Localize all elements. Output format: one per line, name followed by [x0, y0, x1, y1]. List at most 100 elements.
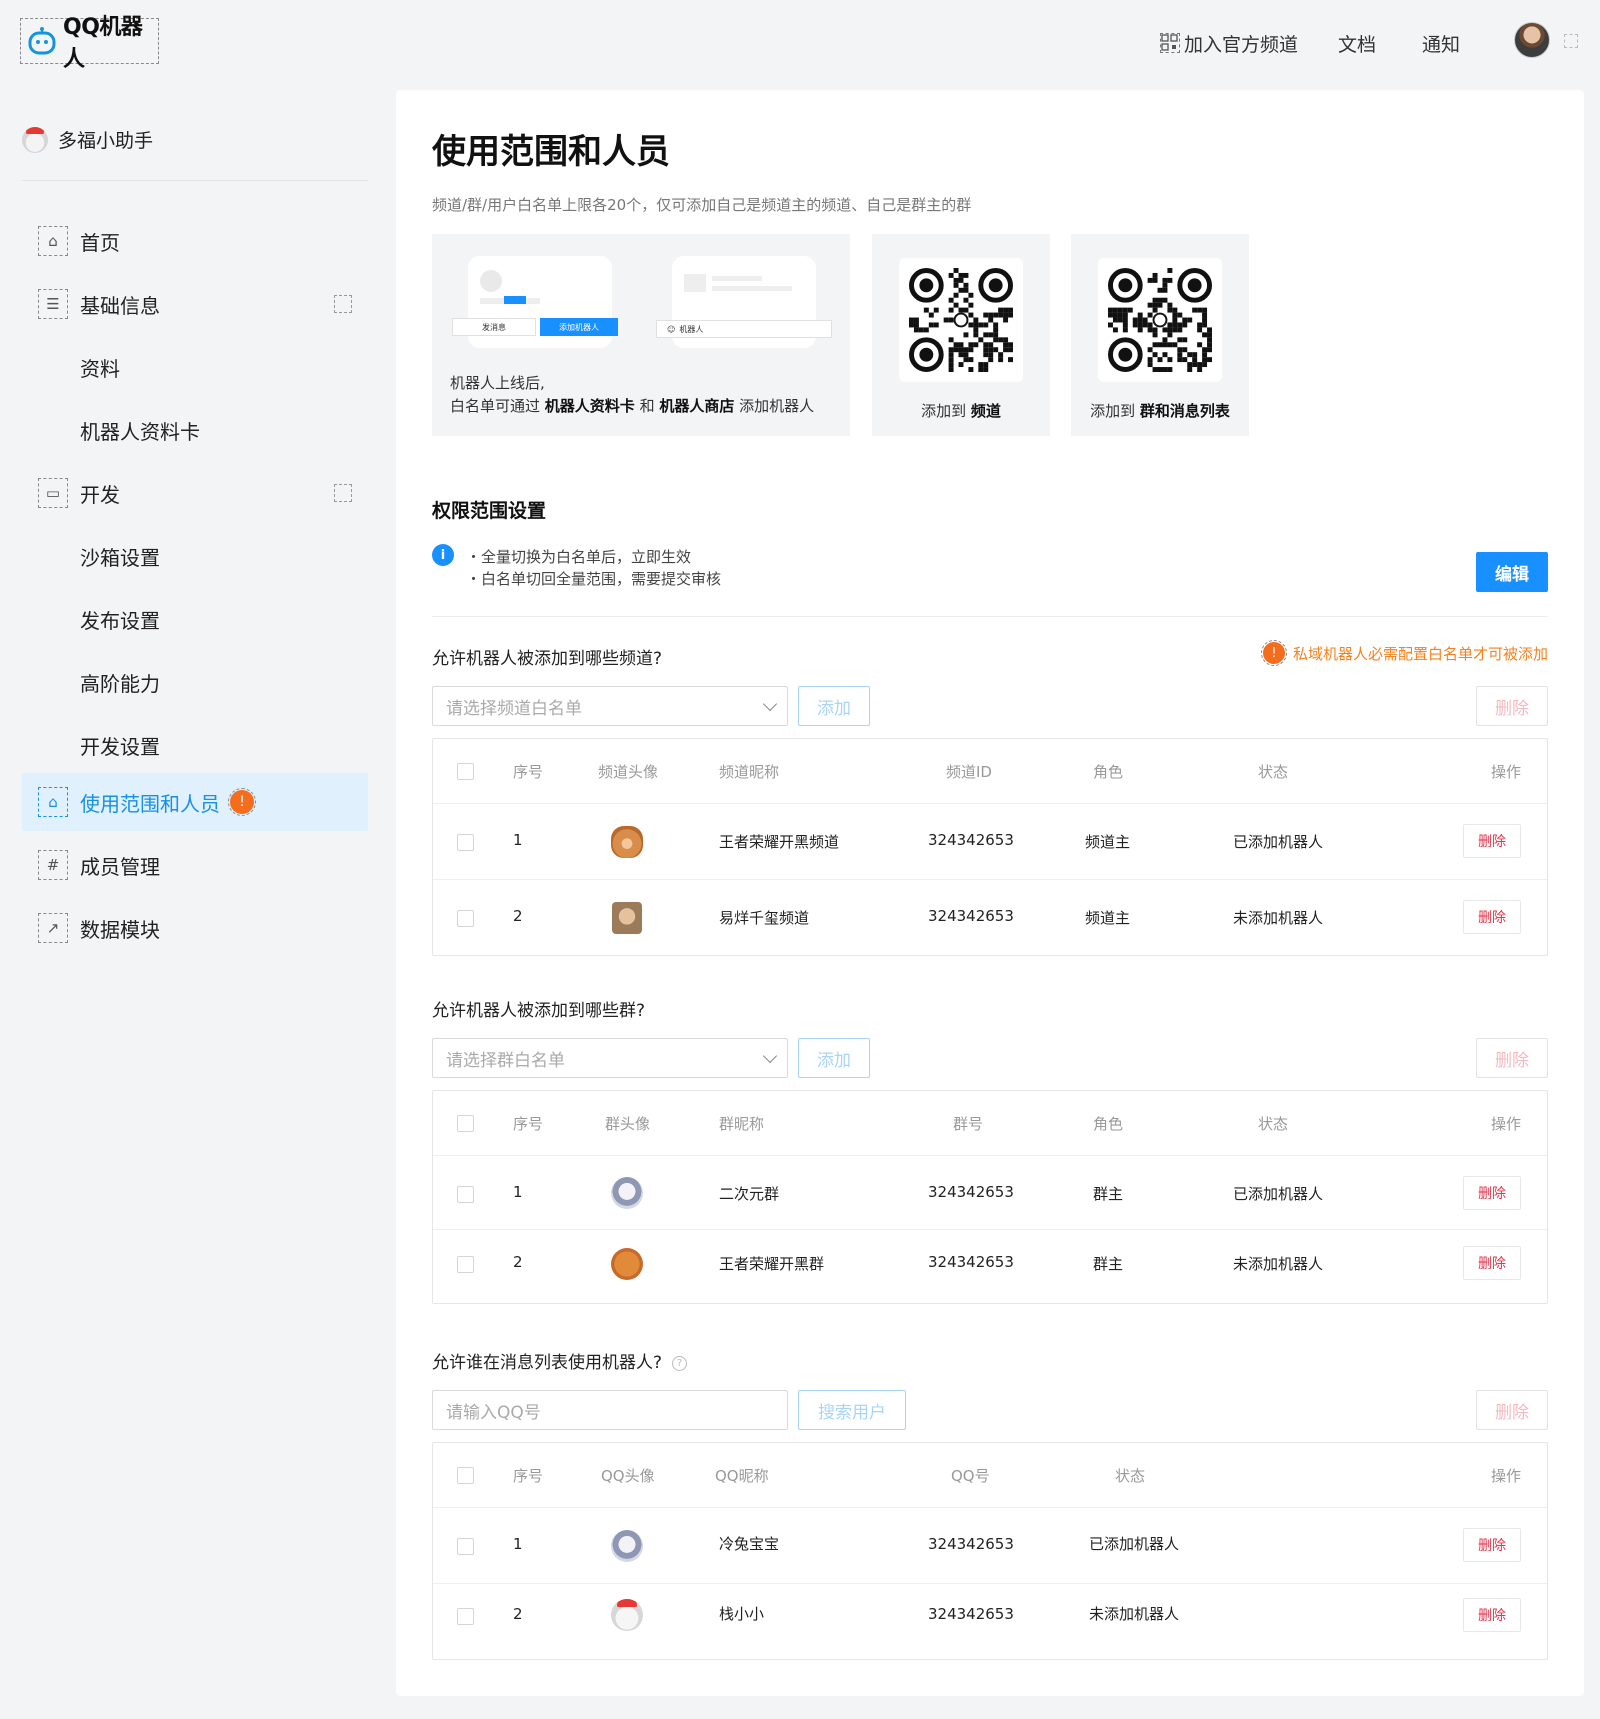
intro-line-1: 机器人上线后, [450, 374, 545, 392]
row-delete-button[interactable]: 删除 [1463, 1528, 1521, 1562]
groups-question: 允许机器人被添加到哪些群? [432, 1001, 646, 1021]
nav-join-channel[interactable]: 加入官方频道 [1160, 30, 1298, 57]
row-role: 频道主 [1085, 909, 1131, 927]
astronaut-avatar [611, 1530, 643, 1562]
qr-caption-target: 群和消息列表 [1139, 402, 1230, 420]
chevron-down-icon [762, 1048, 778, 1064]
mock-robot-icon: ☺ [667, 324, 676, 334]
row-index: 2 [513, 1605, 523, 1623]
help-icon[interactable]: ? [672, 1356, 688, 1371]
mock-add-bot-button: 添加机器人 [540, 318, 618, 336]
search-user-button[interactable]: 搜索用户 [798, 1390, 906, 1430]
sidebar-item-profile[interactable]: 资料 [22, 338, 368, 396]
row-id: 324342653 [928, 907, 1014, 925]
sidebar-item-members[interactable]: # 成员管理 [22, 836, 368, 894]
add-group-button[interactable]: 添加 [798, 1038, 870, 1078]
row-checkbox[interactable] [457, 834, 474, 851]
col-index: 序号 [513, 1467, 544, 1485]
row-name: 二次元群 [719, 1185, 780, 1203]
intro-text-bot-store: 机器人商店 [659, 397, 735, 415]
qrcode-image [1098, 258, 1222, 382]
row-id: 324342653 [928, 1253, 1014, 1271]
sidebar-item-bot-card[interactable]: 机器人资料卡 [22, 401, 368, 459]
sidebar-item-label: 数据模块 [80, 917, 160, 942]
sidebar-item-home[interactable]: ⌂ 首页 [22, 212, 368, 270]
row-status: 已添加机器人 [1089, 1535, 1180, 1553]
row-index: 1 [513, 1535, 523, 1553]
delete-groups-button[interactable]: 删除 [1476, 1038, 1548, 1078]
robot-logo-icon [27, 26, 57, 56]
bag-icon: ⌂ [38, 787, 68, 817]
row-checkbox[interactable] [457, 1538, 474, 1555]
row-status: 已添加机器人 [1233, 1185, 1324, 1203]
col-index: 序号 [513, 1115, 544, 1133]
row-name: 冷兔宝宝 [719, 1535, 780, 1553]
table-row: 2 栈小小 324342653 未添加机器人 删除 [433, 1583, 1547, 1659]
col-avatar: 群头像 [605, 1115, 651, 1133]
col-index: 序号 [513, 763, 544, 781]
channel-whitelist-select[interactable]: 请选择频道白名单 [432, 686, 788, 726]
table-row: 2 易烊千玺频道 324342653 频道主 未添加机器人 删除 [433, 879, 1547, 955]
sidebar-divider [22, 180, 368, 181]
qq-number-input[interactable]: 请输入QQ号 [432, 1390, 788, 1430]
sidebar-item-data[interactable]: ↗ 数据模块 [22, 899, 368, 957]
polar-bear-avatar [611, 1599, 643, 1631]
row-checkbox[interactable] [457, 1256, 474, 1273]
row-delete-button[interactable]: 删除 [1463, 1246, 1521, 1280]
col-action: 操作 [1490, 1467, 1521, 1485]
sidebar-item-label: 使用范围和人员 [80, 791, 220, 816]
row-delete-button[interactable]: 删除 [1463, 1598, 1521, 1632]
row-checkbox[interactable] [457, 1608, 474, 1625]
channels-table: 序号 频道头像 频道昵称 频道ID 角色 状态 操作 1 王者荣耀开黑频道 32… [432, 738, 1548, 956]
info-line-2: ・白名单切回全量范围，需要提交审核 [466, 570, 722, 588]
col-name: 群昵称 [719, 1115, 765, 1133]
row-delete-button[interactable]: 删除 [1463, 900, 1521, 934]
sidebar-item-scope[interactable]: ⌂ 使用范围和人员 ! [22, 773, 368, 831]
delete-users-button[interactable]: 删除 [1476, 1390, 1548, 1430]
select-all-checkbox[interactable] [457, 1115, 474, 1132]
row-checkbox[interactable] [457, 910, 474, 927]
row-id: 324342653 [928, 1183, 1014, 1201]
col-role: 角色 [1093, 763, 1124, 781]
sidebar-item-publish[interactable]: 发布设置 [22, 590, 368, 648]
sidebar-item-dev-settings[interactable]: 开发设置 [22, 716, 368, 774]
collapse-icon[interactable] [334, 295, 352, 313]
col-name: 频道昵称 [719, 763, 780, 781]
bot-selector[interactable]: 多福小助手 [22, 126, 153, 153]
row-checkbox[interactable] [457, 1186, 474, 1203]
sidebar-item-label: 开发设置 [80, 734, 160, 759]
qr-caption: 添加到 群和消息列表 [1071, 400, 1249, 421]
table-row: 1 二次元群 324342653 群主 已添加机器人 删除 [433, 1155, 1547, 1229]
qr-caption-target: 频道 [970, 402, 1001, 420]
select-all-checkbox[interactable] [457, 1467, 474, 1484]
qr-caption-prefix: 添加到 [921, 402, 971, 420]
row-delete-button[interactable]: 删除 [1463, 824, 1521, 858]
sidebar-item-label: 首页 [80, 230, 120, 255]
main-panel: 使用范围和人员 频道/群/用户白名单上限各20个，仅可添加自己是频道主的频道、自… [396, 90, 1584, 1696]
logo[interactable]: QQ机器人 [20, 15, 159, 72]
bear-avatar [611, 826, 643, 858]
intro-card: 发消息 添加机器人 ☺ 机器人 机器人上线后, 白名单可通过 机器人资料卡 和 … [432, 234, 850, 436]
sidebar-item-label: 资料 [80, 356, 120, 381]
user-avatar[interactable] [1514, 22, 1550, 58]
add-channel-button[interactable]: 添加 [798, 686, 870, 726]
row-delete-button[interactable]: 删除 [1463, 1176, 1521, 1210]
collapse-icon[interactable] [334, 484, 352, 502]
sidebar-item-basic-info[interactable]: ☰ 基础信息 [22, 275, 368, 333]
group-whitelist-select[interactable]: 请选择群白名单 [432, 1038, 788, 1078]
fullscreen-icon[interactable] [1564, 34, 1578, 48]
info-doc-icon: ☰ [38, 289, 68, 319]
sidebar-item-sandbox[interactable]: 沙箱设置 [22, 527, 368, 585]
delete-channels-button[interactable]: 删除 [1476, 686, 1548, 726]
nav-notifications[interactable]: 通知 [1422, 30, 1460, 57]
mock-send-button: 发消息 [452, 318, 536, 336]
row-id: 324342653 [928, 831, 1014, 849]
nav-docs[interactable]: 文档 [1338, 30, 1376, 57]
sidebar-item-develop[interactable]: ▭ 开发 [22, 464, 368, 522]
edit-button[interactable]: 编辑 [1476, 552, 1548, 592]
logo-text: QQ机器人 [63, 15, 143, 72]
table-header: 序号 群头像 群昵称 群号 角色 状态 操作 [433, 1091, 1547, 1155]
bot-name-label: 多福小助手 [58, 130, 154, 152]
select-all-checkbox[interactable] [457, 763, 474, 780]
sidebar-item-advanced[interactable]: 高阶能力 [22, 653, 368, 711]
